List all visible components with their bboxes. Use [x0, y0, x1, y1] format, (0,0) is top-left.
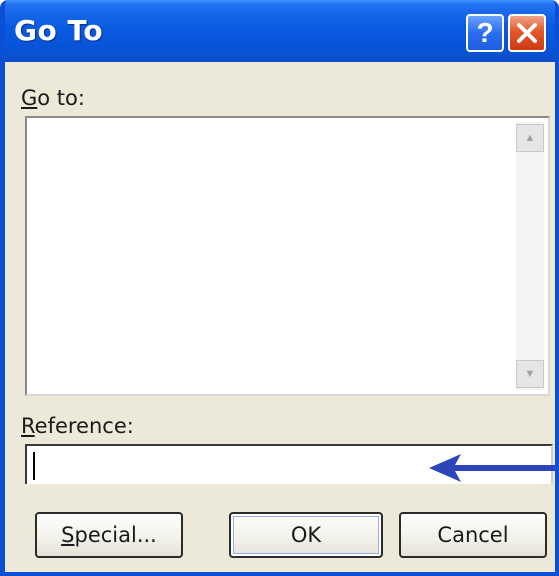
dialog-title: Go To [14, 14, 104, 47]
special-label: pecial... [74, 523, 157, 547]
triangle-up-icon: ▲ [524, 132, 536, 144]
special-button[interactable]: Special... [35, 512, 183, 558]
goto-label-text: o to: [37, 86, 85, 110]
list-scrollbar[interactable]: ▲ ▼ [516, 122, 544, 390]
text-caret [33, 452, 35, 480]
title-bar[interactable]: Go To ? [5, 0, 555, 62]
close-button[interactable] [508, 14, 546, 52]
triangle-down-icon: ▼ [524, 368, 536, 380]
goto-list[interactable]: ▲ ▼ [25, 116, 550, 396]
goto-label: Go to: [21, 86, 85, 110]
special-mnemonic: S [61, 523, 75, 547]
goto-dialog: Go To ? Go to: ▲ ▼ Reference: Special...… [0, 0, 559, 576]
close-icon [517, 23, 537, 43]
help-button[interactable]: ? [466, 14, 504, 52]
arrow-left-icon [429, 454, 555, 482]
reference-label: Reference: [21, 414, 134, 438]
reference-label-mnemonic: R [21, 414, 35, 438]
goto-label-mnemonic: G [21, 86, 38, 110]
reference-label-text: eference: [34, 414, 134, 438]
scroll-up-button[interactable]: ▲ [516, 124, 544, 152]
help-icon: ? [476, 17, 494, 48]
scroll-down-button[interactable]: ▼ [516, 360, 544, 388]
ok-button[interactable]: OK [229, 512, 383, 558]
cancel-button[interactable]: Cancel [399, 512, 547, 558]
